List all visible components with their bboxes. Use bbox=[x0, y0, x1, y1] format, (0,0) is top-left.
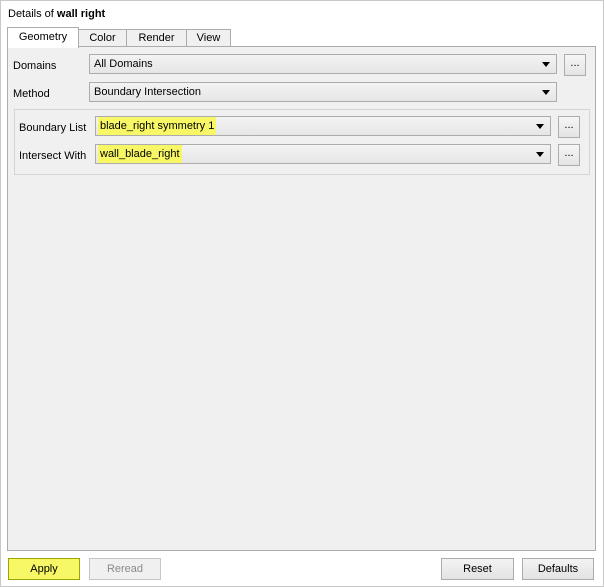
tab-view[interactable]: View bbox=[186, 29, 231, 47]
chevron-down-icon bbox=[536, 124, 544, 129]
details-panel: Details of wall right Geometry Color Ren… bbox=[0, 0, 604, 587]
intersect-with-label: Intersect With bbox=[19, 150, 87, 162]
title-prefix: Details of bbox=[8, 8, 54, 20]
reread-button[interactable]: Reread bbox=[89, 558, 161, 580]
boundary-list-more-button[interactable]: ... bbox=[558, 116, 580, 138]
domains-select[interactable]: All Domains bbox=[89, 54, 557, 74]
method-value: Boundary Intersection bbox=[94, 86, 202, 98]
defaults-button[interactable]: Defaults bbox=[522, 558, 594, 580]
reset-button[interactable]: Reset bbox=[441, 558, 514, 580]
chevron-down-icon bbox=[542, 62, 550, 67]
domains-label: Domains bbox=[13, 60, 57, 72]
boundary-list-value: blade_right symmetry 1 bbox=[98, 117, 217, 135]
title-object-name: wall right bbox=[56, 8, 106, 20]
tab-color[interactable]: Color bbox=[78, 29, 127, 47]
boundary-list-label: Boundary List bbox=[19, 122, 87, 134]
method-select[interactable]: Boundary Intersection bbox=[89, 82, 557, 102]
domains-more-button[interactable]: ... bbox=[564, 54, 586, 76]
chevron-down-icon bbox=[536, 152, 544, 157]
intersect-with-more-button[interactable]: ... bbox=[558, 144, 580, 166]
chevron-down-icon bbox=[542, 90, 550, 95]
tab-geometry[interactable]: Geometry bbox=[7, 27, 79, 48]
method-label: Method bbox=[13, 88, 50, 100]
boundary-list-select[interactable]: blade_right symmetry 1 bbox=[95, 116, 551, 136]
domains-value: All Domains bbox=[94, 58, 153, 70]
apply-button[interactable]: Apply bbox=[8, 558, 80, 580]
intersect-with-select[interactable]: wall_blade_right bbox=[95, 144, 551, 164]
intersect-with-value: wall_blade_right bbox=[98, 145, 182, 163]
panel-title: Details of wall right bbox=[8, 8, 105, 20]
tab-render[interactable]: Render bbox=[126, 29, 187, 47]
